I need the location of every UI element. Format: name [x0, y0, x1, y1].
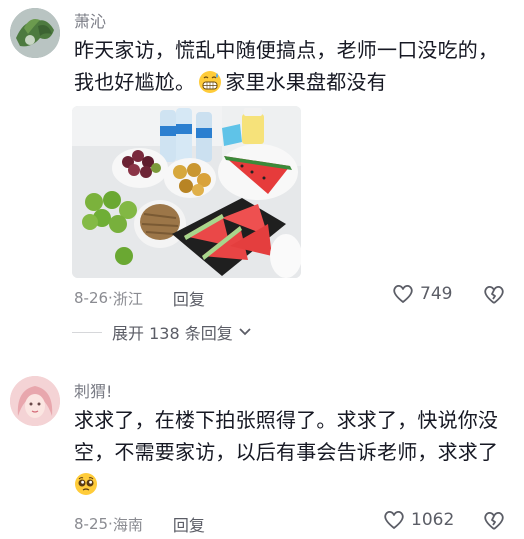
- comment-location: 海南: [112, 515, 143, 534]
- like-count: 1062: [411, 510, 455, 530]
- comment-item: 萧沁 昨天家访，慌乱中随便搞点，老师一口没吃的， 我也好尴尬。 家里水果盘都没有: [0, 0, 524, 345]
- comment-text-line: 空，不需要家访，以后有事会告诉老师，求求了: [74, 440, 499, 464]
- comment-text-segment: 家里水果盘都没有: [225, 70, 387, 94]
- comment-text-line: 昨天家访，慌乱中随便搞点，老师一口没吃的，: [74, 38, 499, 62]
- pleading-face-emoji: [74, 472, 98, 496]
- broken-heart-icon: [484, 285, 504, 304]
- comment-date: 8-25: [74, 515, 109, 533]
- chevron-down-icon: [239, 328, 251, 336]
- dislike-button[interactable]: [483, 285, 505, 309]
- comment-item: 刺猬! 求求了，在楼下拍张照得了。求求了，快说你没 空，不需要家访，以后有事会告…: [0, 370, 524, 539]
- like-count: 749: [420, 284, 453, 304]
- expand-replies-label: 展开 138 条回复: [112, 324, 233, 343]
- username[interactable]: 萧沁: [74, 8, 106, 32]
- broken-heart-icon: [484, 511, 504, 530]
- grimacing-sweat-emoji: [198, 70, 222, 94]
- reply-button[interactable]: 回复: [173, 512, 205, 536]
- comment-photo[interactable]: [72, 106, 301, 278]
- username[interactable]: 刺猬!: [74, 378, 112, 402]
- comment-text-segment: 我也好尴尬。: [74, 70, 196, 94]
- reply-button[interactable]: 回复: [173, 286, 205, 310]
- comment-text-line: 求求了，在楼下拍张照得了。求求了，快说你没: [74, 408, 499, 432]
- avatar[interactable]: [10, 376, 60, 426]
- comment-meta: 8-26 · 浙江 回复: [74, 286, 205, 310]
- like-button[interactable]: 1062: [383, 510, 454, 530]
- comment-date: 8-26: [74, 289, 109, 307]
- comment-text-line: [74, 468, 514, 500]
- comment-text: 昨天家访，慌乱中随便搞点，老师一口没吃的， 我也好尴尬。 家里水果盘都没有: [74, 34, 514, 98]
- comment-meta: 8-25 · 海南 回复: [74, 512, 205, 536]
- like-button[interactable]: 749: [392, 284, 452, 304]
- divider-line: [72, 331, 102, 333]
- comment-text: 求求了，在楼下拍张照得了。求求了，快说你没 空，不需要家访，以后有事会告诉老师，…: [74, 404, 514, 500]
- heart-icon: [384, 510, 404, 529]
- expand-replies-button[interactable]: 展开 138 条回复: [72, 320, 251, 344]
- comment-text-line: 我也好尴尬。 家里水果盘都没有: [74, 66, 514, 98]
- avatar[interactable]: [10, 8, 60, 58]
- heart-icon: [393, 284, 413, 303]
- comment-location: 浙江: [112, 289, 143, 308]
- dislike-button[interactable]: [483, 511, 505, 535]
